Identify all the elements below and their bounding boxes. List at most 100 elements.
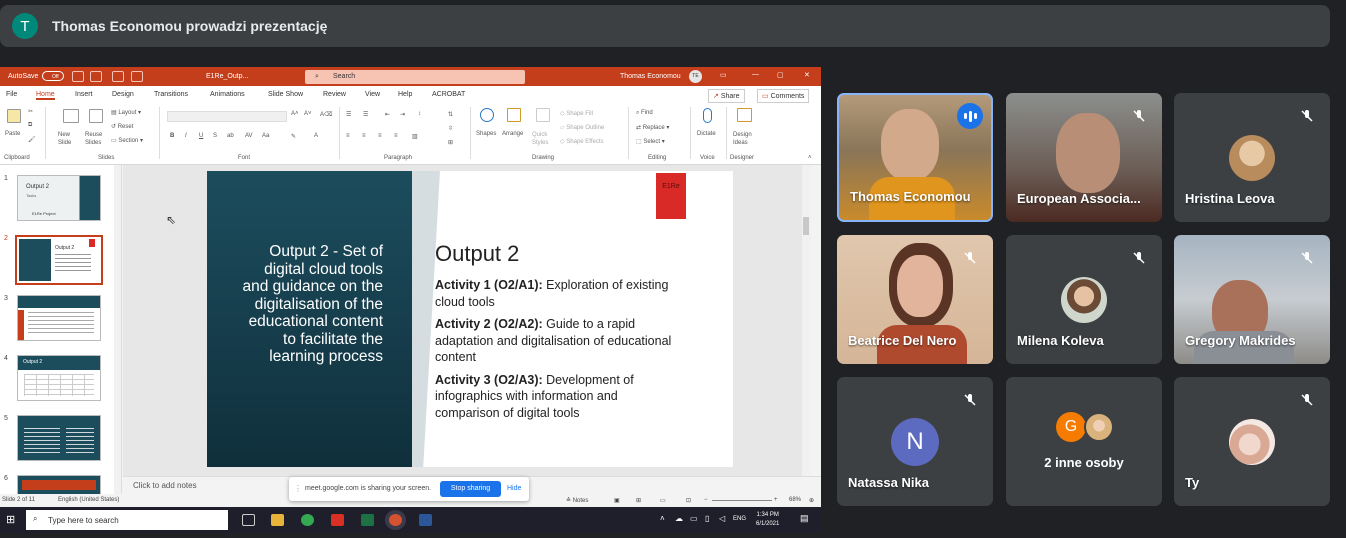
design-ideas-button[interactable]: Design Ideas <box>733 131 759 147</box>
underline-icon[interactable]: U <box>199 133 203 139</box>
network-icon[interactable]: ▭ <box>690 514 698 523</box>
shapes-icon[interactable] <box>480 108 494 122</box>
self-tile[interactable]: Ty <box>1174 377 1330 506</box>
highlight-icon[interactable]: ✎ <box>291 133 296 140</box>
reuse-slides-button[interactable]: Reuse Slides <box>85 131 109 147</box>
format-painter-icon[interactable]: 🖌 <box>28 136 36 143</box>
align-center-icon[interactable]: ≡ <box>362 133 366 139</box>
slide-thumb-6[interactable] <box>17 475 101 495</box>
copy-icon[interactable]: ⧉ <box>28 122 32 129</box>
chrome-icon[interactable] <box>301 514 314 526</box>
participant-tile[interactable]: European Associa... <box>1006 93 1162 222</box>
tab-transitions[interactable]: Transitions <box>154 91 188 98</box>
section-button[interactable]: ▭ Section ▾ <box>111 137 143 144</box>
participant-tile[interactable]: Beatrice Del Nero <box>837 235 993 364</box>
battery-icon[interactable]: ▯ <box>705 514 709 523</box>
reset-button[interactable]: ↺ Reset <box>111 123 133 130</box>
close-icon[interactable]: ✕ <box>804 71 810 79</box>
shape-effects-button[interactable]: ◇ Shape Effects <box>560 138 604 145</box>
ppt-user-avatar[interactable]: TE <box>689 70 702 83</box>
strikethrough-icon[interactable]: ab <box>227 133 234 139</box>
undo-icon[interactable] <box>90 71 102 82</box>
shadow-icon[interactable]: S <box>213 133 217 139</box>
indent-icon[interactable]: ⇤ <box>385 111 390 118</box>
align-left-icon[interactable]: ≡ <box>346 133 350 139</box>
powerpoint-icon[interactable] <box>389 514 402 526</box>
windows-start-icon[interactable]: ⊞ <box>6 513 15 526</box>
ribbon-options-icon[interactable]: ▭ <box>720 71 727 79</box>
normal-view-icon[interactable]: ▣ <box>614 497 620 504</box>
tab-design[interactable]: Design <box>112 91 134 98</box>
outdent-icon[interactable]: ⇥ <box>400 111 405 118</box>
clear-format-icon[interactable]: A⌫ <box>320 111 333 118</box>
design-ideas-icon[interactable] <box>737 108 752 122</box>
minimize-icon[interactable]: — <box>752 71 759 78</box>
numbering-icon[interactable]: ☰ <box>363 111 368 118</box>
tab-help[interactable]: Help <box>398 91 412 98</box>
align-right-icon[interactable]: ≡ <box>378 133 382 139</box>
participant-tile[interactable]: Gregory Makrides <box>1174 235 1330 364</box>
paste-button[interactable]: Paste <box>5 131 20 137</box>
participant-tile[interactable]: Hristina Leova <box>1174 93 1330 222</box>
zoom-out-icon[interactable]: − <box>704 497 708 503</box>
slide-thumb-1[interactable]: Output 2 Tasks E1Re Project <box>17 175 101 221</box>
font-color-icon[interactable]: A <box>314 133 318 139</box>
language-indicator[interactable]: ENG <box>733 516 746 522</box>
present-icon[interactable] <box>131 71 143 82</box>
stop-sharing-button[interactable]: Stop sharing <box>440 481 501 497</box>
columns-icon[interactable]: ▥ <box>412 133 418 140</box>
slide-thumb-4[interactable]: Output 2 <box>17 355 101 401</box>
quick-styles-button[interactable]: Quick Styles <box>532 131 556 147</box>
bullets-icon[interactable]: ☰ <box>346 111 351 118</box>
cut-icon[interactable]: ✂ <box>28 108 33 115</box>
justify-icon[interactable]: ≡ <box>394 133 398 139</box>
slide-thumb-2[interactable]: Output 2 <box>15 235 103 285</box>
reading-view-icon[interactable]: ▭ <box>660 497 666 504</box>
line-spacing-icon[interactable]: ↕ <box>418 111 421 117</box>
collapse-ribbon-icon[interactable]: ˄ <box>808 155 812 161</box>
file-explorer-icon[interactable] <box>271 514 284 526</box>
taskbar-search-input[interactable]: ⌕ Type here to search <box>26 510 228 530</box>
save-icon[interactable] <box>72 71 84 82</box>
decrease-font-icon[interactable]: A˅ <box>304 111 312 117</box>
tab-view[interactable]: View <box>365 91 380 98</box>
maximize-icon[interactable]: ▢ <box>777 71 784 79</box>
tab-slide-show[interactable]: Slide Show <box>268 91 303 98</box>
tab-file[interactable]: File <box>6 91 17 98</box>
find-button[interactable]: ⌕ Find <box>636 110 653 117</box>
fit-slide-icon[interactable]: ⊕ <box>809 497 814 504</box>
word-icon[interactable] <box>419 514 432 526</box>
comments-button[interactable]: ▭ Comments <box>757 89 810 103</box>
paste-icon[interactable] <box>7 109 21 123</box>
task-view-icon[interactable] <box>242 514 255 526</box>
notes-toggle[interactable]: ≙ Notes <box>566 497 588 504</box>
tab-review[interactable]: Review <box>323 91 346 98</box>
zoom-level[interactable]: 68% <box>789 497 801 503</box>
layout-button[interactable]: ▤ Layout ▾ <box>111 109 141 116</box>
participant-group-tile[interactable]: G 2 inne osoby <box>1006 377 1162 506</box>
reuse-slides-icon[interactable] <box>89 109 103 123</box>
slide-thumb-3[interactable] <box>17 295 101 341</box>
tab-animations[interactable]: Animations <box>210 91 245 98</box>
redo-icon[interactable] <box>112 71 124 82</box>
autosave-toggle[interactable]: Off <box>42 71 64 81</box>
smartart-icon[interactable]: ⊞ <box>448 139 453 146</box>
tray-chevron-icon[interactable]: ˄ <box>660 514 665 523</box>
select-button[interactable]: ⬚ Select ▾ <box>636 138 665 145</box>
char-spacing-icon[interactable]: AV <box>245 133 253 139</box>
zoom-in-icon[interactable]: + <box>774 497 778 503</box>
ppt-search-input[interactable]: ⌕ Search <box>305 70 525 84</box>
taskbar-clock[interactable]: 1:34 PM 6/1/2021 <box>756 511 779 529</box>
editor-scrollbar[interactable] <box>802 165 811 482</box>
slide-thumb-5[interactable] <box>17 415 101 461</box>
thumbnails-scrollbar[interactable] <box>114 165 121 495</box>
drag-handle-icon[interactable]: ⋮ <box>294 484 302 493</box>
new-slide-button[interactable]: New Slide <box>58 131 84 147</box>
dictate-button[interactable]: Dictate <box>697 131 716 137</box>
shape-fill-button[interactable]: ◇ Shape Fill <box>560 110 593 117</box>
current-slide[interactable]: Output 2 - Set of digital cloud tools an… <box>207 171 733 467</box>
participant-tile[interactable]: Milena Koleva <box>1006 235 1162 364</box>
font-name-dropdown[interactable] <box>167 111 287 122</box>
bold-icon[interactable]: B <box>170 133 174 139</box>
hide-button[interactable]: Hide <box>507 485 521 492</box>
